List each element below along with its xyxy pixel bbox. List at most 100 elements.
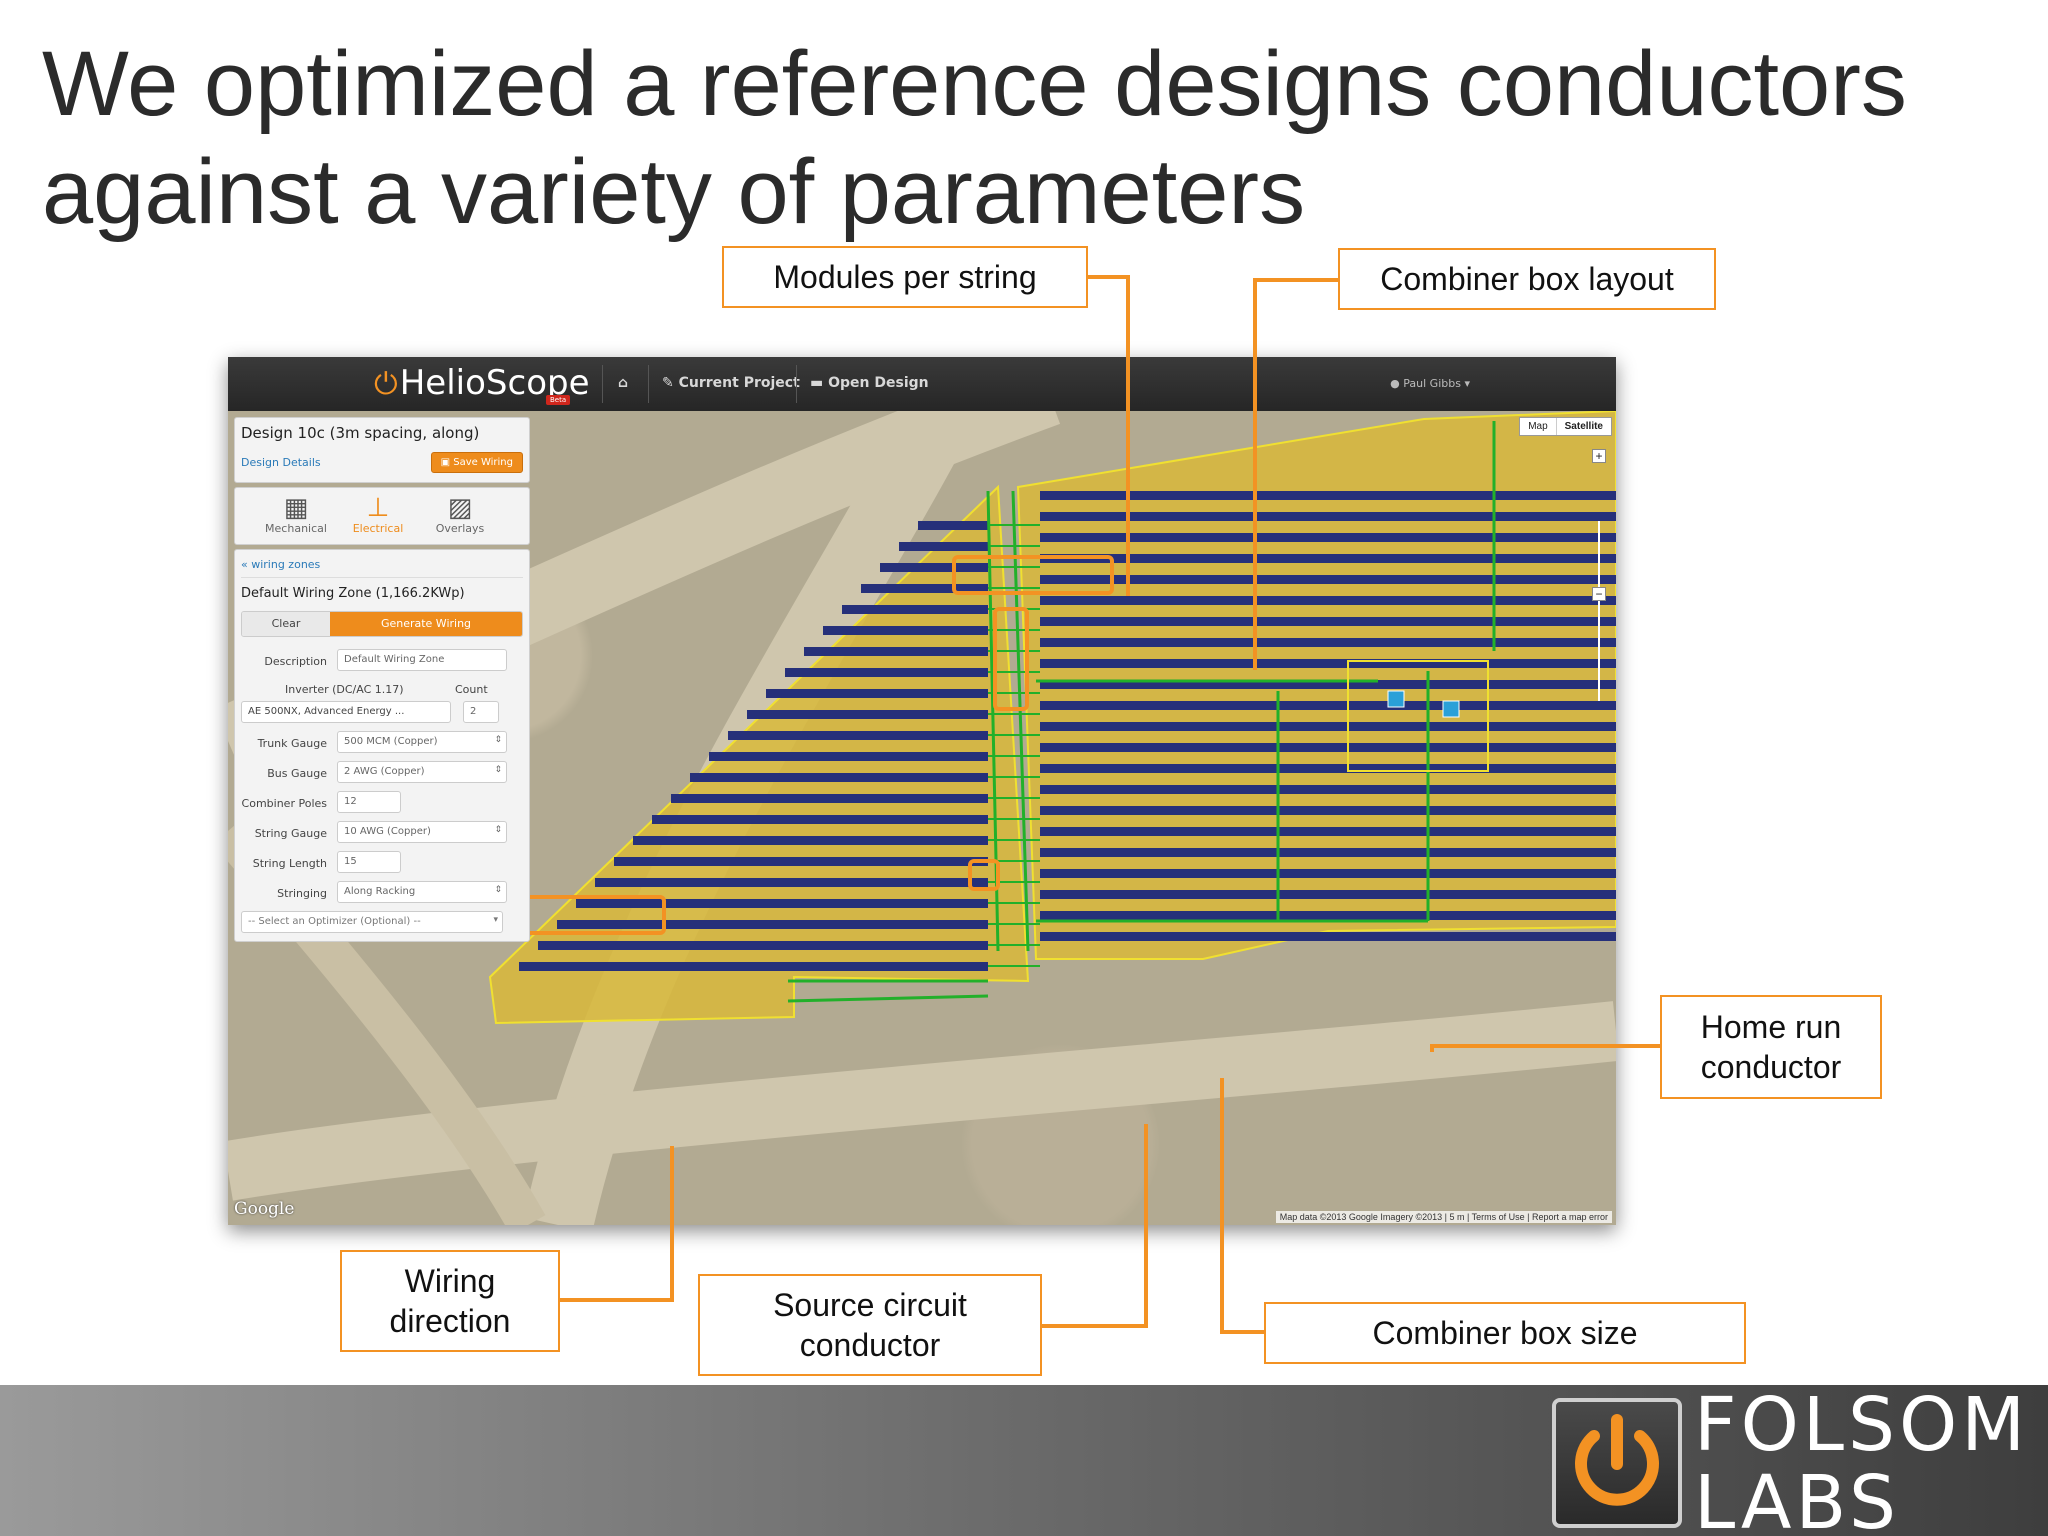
- map-button[interactable]: Map: [1520, 418, 1555, 435]
- description-input[interactable]: Default Wiring Zone: [337, 649, 507, 671]
- trunk-gauge-value: 500 MCM (Copper): [344, 736, 438, 747]
- folsom-labs-logo-mark: [1552, 1398, 1682, 1528]
- module-row: [576, 899, 988, 908]
- module-row: [652, 815, 988, 824]
- caret-down-icon: ▾: [493, 915, 498, 925]
- module-row: [842, 605, 988, 614]
- callout-modules-per-string: Modules per string: [722, 246, 1088, 308]
- module-row: [614, 857, 988, 866]
- string-length-row: String Length 15: [241, 849, 523, 879]
- satellite-button[interactable]: Satellite: [1555, 418, 1611, 435]
- string-gauge-select[interactable]: 10 AWG (Copper) ⇕: [337, 821, 507, 843]
- module-row: [766, 689, 988, 698]
- stringing-label: Stringing: [277, 887, 327, 900]
- module-row: [709, 752, 988, 761]
- save-icon: ▣: [440, 457, 454, 468]
- nav-open-design[interactable]: ▬ Open Design: [810, 375, 929, 391]
- inverter-count-input[interactable]: 2: [463, 701, 499, 723]
- image-icon: ▨: [447, 493, 473, 523]
- caret-down-icon: ▾: [1460, 377, 1470, 390]
- module-row: [1040, 575, 1616, 584]
- trunk-gauge-select[interactable]: 500 MCM (Copper) ⇕: [337, 731, 507, 753]
- module-row: [1040, 617, 1616, 626]
- user-menu[interactable]: ● Paul Gibbs ▾: [1390, 377, 1470, 390]
- select-arrows-icon: ⇕: [494, 735, 502, 745]
- bus-gauge-value: 2 AWG (Copper): [344, 766, 425, 777]
- clear-button[interactable]: Clear: [242, 612, 330, 636]
- module-row: [1040, 701, 1616, 710]
- slide-title-line-1: We optimized a reference designs conduct…: [42, 33, 1907, 135]
- module-row: [1040, 890, 1616, 899]
- tab-mechanical-label: Mechanical: [265, 522, 327, 535]
- inverter-label: Inverter (DC/AC 1.17): [285, 683, 404, 696]
- string-gauge-value: 10 AWG (Copper): [344, 826, 431, 837]
- combiner-poles-input[interactable]: 12: [337, 791, 401, 813]
- design-tabs: ▦ Mechanical ⊥ Electrical ▨ Overlays: [234, 487, 530, 545]
- module-row: [671, 794, 988, 803]
- zoom-out-button[interactable]: −: [1592, 587, 1606, 601]
- module-row: [633, 836, 988, 845]
- design-details-link[interactable]: Design Details: [241, 456, 321, 469]
- module-row: [1040, 743, 1616, 752]
- callout-source-circuit-conductor: Source circuit conductor: [698, 1274, 1042, 1376]
- design-card: Design 10c (3m spacing, along) Design De…: [234, 417, 530, 483]
- module-row: [595, 878, 988, 887]
- optimizer-select[interactable]: -- Select an Optimizer (Optional) -- ▾: [241, 911, 503, 933]
- bus-gauge-label: Bus Gauge: [267, 767, 327, 780]
- callout-combiner-box-layout: Combiner box layout: [1338, 248, 1716, 310]
- wiring-zone-title: Default Wiring Zone (1,166.2KWp): [241, 577, 523, 601]
- nav-current-project[interactable]: ✎ Current Project: [662, 375, 800, 391]
- stringing-select[interactable]: Along Racking ⇕: [337, 881, 507, 903]
- module-row: [1040, 764, 1616, 773]
- slide-title: We optimized a reference designs conduct…: [42, 30, 2002, 246]
- folder-icon: ▬: [810, 375, 829, 391]
- home-icon[interactable]: ⌂: [618, 375, 628, 391]
- wrench-icon: ✎: [662, 375, 679, 391]
- module-row: [899, 542, 988, 551]
- module-row: [1040, 869, 1616, 878]
- tab-mechanical[interactable]: ▦ Mechanical: [255, 488, 337, 544]
- module-row: [1040, 827, 1616, 836]
- inverter-row: AE 500NX, Advanced Energy ... 2: [241, 699, 523, 729]
- inverter-labels: Inverter (DC/AC 1.17) Count: [241, 683, 523, 699]
- tab-electrical-label: Electrical: [352, 522, 404, 535]
- generate-wiring-button[interactable]: Generate Wiring: [330, 612, 522, 636]
- map-type-toggle: Map Satellite: [1519, 417, 1612, 436]
- beta-badge: Beta: [546, 395, 571, 405]
- module-row: [1040, 785, 1616, 794]
- description-label: Description: [264, 655, 327, 668]
- inverter-select-value: AE 500NX, Advanced Energy ...: [248, 706, 405, 717]
- zoom-in-button[interactable]: +: [1592, 449, 1606, 463]
- tab-electrical[interactable]: ⊥ Electrical: [337, 488, 419, 544]
- inverter-select[interactable]: AE 500NX, Advanced Energy ...: [241, 701, 451, 723]
- module-row: [1040, 491, 1616, 500]
- brand-line-2: LABS: [1694, 1460, 1900, 1536]
- power-icon: ⏻: [374, 367, 398, 402]
- bus-gauge-select[interactable]: 2 AWG (Copper) ⇕: [337, 761, 507, 783]
- select-arrows-icon: ⇕: [494, 885, 502, 895]
- string-length-input[interactable]: 15: [337, 851, 401, 873]
- select-arrows-icon: ⇕: [494, 825, 502, 835]
- top-navbar: ⏻HelioScope Beta ⌂ ✎ Current Project ▬ O…: [228, 357, 1616, 411]
- module-row: [880, 563, 988, 572]
- tab-overlays[interactable]: ▨ Overlays: [419, 488, 501, 544]
- callout-combiner-box-size: Combiner box size: [1264, 1302, 1746, 1364]
- user-icon: ●: [1390, 377, 1404, 390]
- string-length-label: String Length: [252, 857, 327, 870]
- module-row: [918, 521, 988, 530]
- slide-title-line-2: against a variety of parameters: [42, 141, 1306, 243]
- map-attribution: Map data ©2013 Google Imagery ©2013 | 5 …: [1275, 1211, 1612, 1223]
- module-row: [728, 731, 988, 740]
- module-row: [519, 962, 988, 971]
- wiring-action-buttons: Clear Generate Wiring: [241, 611, 523, 637]
- callout-wiring-direction: Wiring direction: [340, 1250, 560, 1352]
- wiring-zones-back-link[interactable]: « wiring zones: [241, 558, 523, 571]
- design-panel: Design 10c (3m spacing, along) Design De…: [234, 417, 530, 946]
- bus-gauge-row: Bus Gauge 2 AWG (Copper) ⇕: [241, 759, 523, 789]
- module-row: [538, 941, 988, 950]
- zoom-slider[interactable]: [1598, 521, 1600, 701]
- string-gauge-label: String Gauge: [254, 827, 327, 840]
- module-row: [1040, 911, 1616, 920]
- module-row: [804, 647, 988, 656]
- save-wiring-button[interactable]: ▣ Save Wiring: [430, 452, 523, 473]
